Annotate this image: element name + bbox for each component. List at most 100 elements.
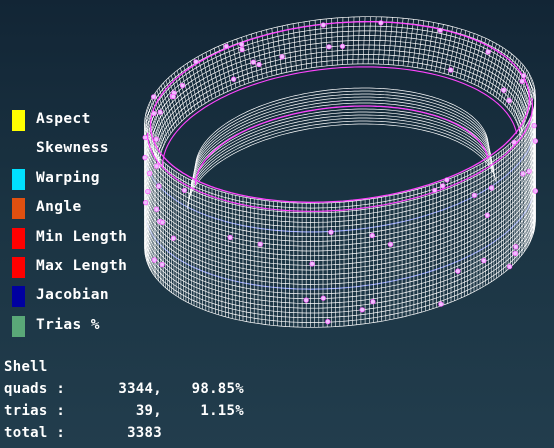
mesh-node bbox=[511, 139, 517, 145]
mesh-node bbox=[519, 78, 525, 84]
mesh-node bbox=[156, 183, 162, 189]
mesh-node bbox=[532, 188, 539, 194]
mesh-node bbox=[448, 67, 454, 73]
mesh-node bbox=[513, 244, 519, 250]
mesh-node bbox=[339, 43, 346, 49]
stats-label: trias : bbox=[4, 403, 66, 419]
mesh-node bbox=[223, 43, 229, 50]
element-stats: Shell quads : 3344, 98.85% trias : 39, 1… bbox=[4, 356, 254, 444]
stats-count: 3344, bbox=[118, 381, 162, 397]
mesh-node bbox=[320, 22, 326, 28]
mesh-node bbox=[239, 46, 245, 53]
mesh-node bbox=[256, 61, 262, 68]
stats-percent: 1.15% bbox=[200, 403, 244, 419]
mesh-node bbox=[484, 212, 490, 218]
mesh-edge bbox=[271, 28, 278, 75]
mesh-edge bbox=[443, 26, 453, 74]
mesh-edge bbox=[205, 52, 217, 98]
mesh-node bbox=[179, 82, 186, 89]
mesh-edge bbox=[447, 27, 458, 75]
mesh-ring bbox=[157, 58, 523, 165]
mesh-node bbox=[325, 319, 331, 325]
mesh-ring bbox=[191, 105, 493, 189]
mesh-node bbox=[387, 241, 394, 247]
mesh-edge bbox=[261, 30, 268, 78]
mesh-node bbox=[359, 307, 365, 313]
legend-swatch-skewness bbox=[12, 139, 25, 160]
stats-label: quads : bbox=[4, 381, 66, 397]
mesh-node bbox=[507, 264, 513, 270]
mesh-edge bbox=[325, 18, 328, 66]
stats-title: Shell bbox=[4, 359, 48, 375]
mesh-node bbox=[378, 20, 384, 26]
legend-label-max-length: Max Length bbox=[36, 257, 128, 274]
mesh-node bbox=[303, 297, 309, 303]
highlight-rim bbox=[194, 105, 489, 185]
mesh-edge bbox=[201, 54, 213, 100]
mesh-node bbox=[231, 76, 237, 82]
legend-swatch-warping bbox=[12, 168, 25, 190]
mesh-node bbox=[432, 187, 438, 193]
mesh-ring bbox=[191, 102, 492, 185]
mesh-node bbox=[520, 171, 526, 177]
mesh-node bbox=[142, 155, 148, 161]
mesh-edge bbox=[451, 29, 462, 76]
mesh-node bbox=[143, 200, 149, 206]
mesh-ring bbox=[189, 114, 495, 199]
mesh-ring bbox=[192, 99, 491, 182]
mesh-node bbox=[250, 59, 256, 65]
legend-swatch-aspect bbox=[12, 110, 25, 131]
mesh-node bbox=[154, 163, 160, 169]
mesh-node bbox=[227, 234, 233, 241]
stats-count: 39, bbox=[135, 403, 162, 419]
mesh-edge bbox=[180, 67, 193, 113]
mesh-node bbox=[440, 183, 446, 189]
mesh-node bbox=[170, 235, 176, 241]
highlight-rim bbox=[149, 21, 531, 203]
mesh-node bbox=[370, 299, 376, 305]
legend-label-warping: Warping bbox=[36, 169, 100, 186]
cylinder-mesh bbox=[142, 16, 539, 328]
mesh-node bbox=[512, 250, 518, 256]
mesh-node bbox=[142, 134, 148, 141]
mesh-node bbox=[455, 268, 461, 274]
mesh-node bbox=[181, 187, 187, 193]
mesh-node bbox=[151, 257, 157, 263]
mesh-node bbox=[481, 258, 487, 264]
mesh-edge bbox=[209, 50, 221, 96]
mesh-node bbox=[257, 241, 263, 247]
mesh-node bbox=[154, 206, 160, 212]
stats-percent: 98.85% bbox=[191, 381, 244, 397]
mesh-node bbox=[485, 49, 491, 55]
stats-row-quads: quads : 3344, 98.85% bbox=[4, 378, 254, 400]
mesh-ring bbox=[188, 117, 495, 203]
mesh-node bbox=[151, 110, 157, 117]
mesh-edge bbox=[256, 32, 263, 79]
mesh-node bbox=[326, 44, 332, 50]
legend-swatch-jacobian bbox=[12, 286, 25, 308]
stats-label: total : bbox=[4, 425, 66, 441]
mesh-node bbox=[444, 177, 450, 183]
mesh-edge bbox=[266, 29, 273, 76]
mesh-node bbox=[193, 59, 199, 65]
mesh-ring bbox=[193, 96, 491, 178]
mesh-node bbox=[151, 94, 157, 100]
mesh-node bbox=[532, 138, 539, 144]
mesh-edge bbox=[430, 23, 439, 71]
mesh-ring bbox=[145, 21, 535, 132]
mesh-node bbox=[145, 188, 151, 195]
mesh-node bbox=[437, 27, 443, 33]
mesh-node bbox=[309, 261, 315, 267]
stats-count: 3383 bbox=[127, 425, 162, 441]
legend-label-jacobian: Jacobian bbox=[36, 287, 110, 304]
mesh-node bbox=[170, 93, 176, 100]
mesh-node bbox=[157, 109, 163, 115]
mesh-node bbox=[501, 87, 507, 93]
mesh-node bbox=[320, 295, 326, 301]
mesh-ring bbox=[154, 49, 526, 157]
mesh-node bbox=[438, 301, 444, 307]
mesh-edge bbox=[213, 48, 224, 94]
legend-label-skewness: Skewness bbox=[36, 140, 110, 157]
mesh-node bbox=[520, 73, 527, 79]
stats-row-total: total : 3383 bbox=[4, 422, 254, 444]
